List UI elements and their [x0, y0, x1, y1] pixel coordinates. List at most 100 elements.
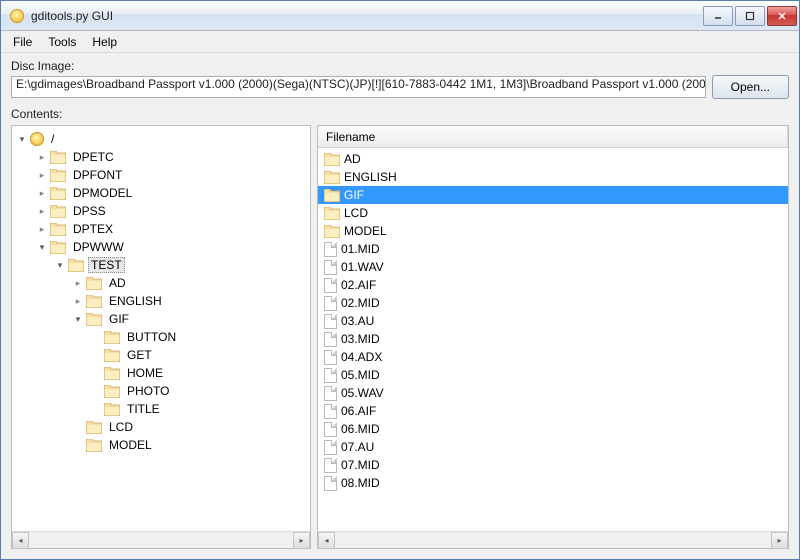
- menu-tools[interactable]: Tools: [40, 33, 84, 51]
- tree-node[interactable]: PHOTO: [14, 382, 308, 400]
- tree-node[interactable]: TITLE: [14, 400, 308, 418]
- disc-image-path-input[interactable]: E:\gdimages\Broadband Passport v1.000 (2…: [11, 76, 706, 98]
- expand-toggle-icon[interactable]: [36, 205, 48, 217]
- tree-hscroll[interactable]: ◂ ▸: [12, 531, 310, 548]
- disc-image-label: Disc Image:: [11, 59, 789, 73]
- list-item[interactable]: 02.AIF: [318, 276, 788, 294]
- list-item-label: 08.MID: [341, 476, 380, 490]
- list-item[interactable]: LCD: [318, 204, 788, 222]
- disc-icon: [30, 132, 44, 146]
- tree-node[interactable]: GIF: [14, 310, 308, 328]
- tree-node[interactable]: DPETC: [14, 148, 308, 166]
- scroll-right-icon[interactable]: ▸: [771, 532, 788, 549]
- list-item[interactable]: GIF: [318, 186, 788, 204]
- list-item-label: GIF: [344, 188, 364, 202]
- tree-node-label: DPTEX: [70, 221, 116, 237]
- scroll-left-icon[interactable]: ◂: [12, 532, 29, 549]
- list-item[interactable]: 06.AIF: [318, 402, 788, 420]
- tree-node[interactable]: GET: [14, 346, 308, 364]
- expand-toggle-icon[interactable]: [54, 259, 66, 271]
- list-item-label: 02.AIF: [341, 278, 376, 292]
- list-item[interactable]: 04.ADX: [318, 348, 788, 366]
- tree-node[interactable]: LCD: [14, 418, 308, 436]
- list-item[interactable]: 05.WAV: [318, 384, 788, 402]
- folder-icon: [104, 331, 120, 344]
- expand-toggle-icon[interactable]: [36, 187, 48, 199]
- menu-help[interactable]: Help: [84, 33, 125, 51]
- tree-node[interactable]: HOME: [14, 364, 308, 382]
- list-item[interactable]: 03.AU: [318, 312, 788, 330]
- tree-node[interactable]: BUTTON: [14, 328, 308, 346]
- tree-node[interactable]: AD: [14, 274, 308, 292]
- list-item-label: 07.AU: [341, 440, 374, 454]
- tree-node-label: GET: [124, 347, 155, 363]
- minimize-button[interactable]: [703, 6, 733, 26]
- list-item[interactable]: 08.MID: [318, 474, 788, 492]
- expand-toggle-icon[interactable]: [72, 295, 84, 307]
- list-item[interactable]: MODEL: [318, 222, 788, 240]
- titlebar: gditools.py GUI: [1, 1, 799, 31]
- list-item[interactable]: AD: [318, 150, 788, 168]
- folder-icon: [104, 403, 120, 416]
- list-item[interactable]: 07.AU: [318, 438, 788, 456]
- tree-node[interactable]: ENGLISH: [14, 292, 308, 310]
- list-item[interactable]: 01.WAV: [318, 258, 788, 276]
- column-filename[interactable]: Filename: [318, 126, 788, 147]
- folder-icon: [86, 295, 102, 308]
- list-item-label: ENGLISH: [344, 170, 397, 184]
- list-item-label: MODEL: [344, 224, 387, 238]
- menu-file[interactable]: File: [5, 33, 40, 51]
- expand-toggle-icon[interactable]: [36, 241, 48, 253]
- list-item[interactable]: 05.MID: [318, 366, 788, 384]
- tree-scroll[interactable]: /DPETCDPFONTDPMODELDPSSDPTEXDPWWWTESTADE…: [12, 126, 310, 531]
- tree-node-label: GIF: [106, 311, 132, 327]
- list-item-label: 01.MID: [341, 242, 380, 256]
- open-button[interactable]: Open...: [712, 75, 789, 99]
- scroll-left-icon[interactable]: ◂: [318, 532, 335, 549]
- expand-toggle-icon[interactable]: [36, 223, 48, 235]
- disc-image-section: Disc Image: E:\gdimages\Broadband Passpo…: [11, 59, 789, 99]
- tree-node[interactable]: DPWWW: [14, 238, 308, 256]
- list-item[interactable]: 01.MID: [318, 240, 788, 258]
- close-button[interactable]: [767, 6, 797, 26]
- expand-toggle-icon[interactable]: [72, 313, 84, 325]
- folder-icon: [324, 207, 340, 220]
- contents-label: Contents:: [11, 107, 789, 121]
- tree-node[interactable]: TEST: [14, 256, 308, 274]
- folder-tree: /DPETCDPFONTDPMODELDPSSDPTEXDPWWWTESTADE…: [12, 126, 310, 458]
- file-icon: [324, 332, 337, 347]
- app-window: gditools.py GUI File Tools Help Disc Ima…: [0, 0, 800, 560]
- filelist-hscroll[interactable]: ◂ ▸: [318, 531, 788, 548]
- folder-icon: [50, 169, 66, 182]
- tree-node[interactable]: DPTEX: [14, 220, 308, 238]
- filelist-scroll[interactable]: AD ENGLISH GIF LCD MODEL 01.MID 01.WAV 02.AIF 02…: [318, 148, 788, 531]
- file-icon: [324, 260, 337, 275]
- tree-node[interactable]: DPSS: [14, 202, 308, 220]
- expand-toggle-icon[interactable]: [72, 277, 84, 289]
- expand-toggle-icon[interactable]: [36, 151, 48, 163]
- filelist-panel: Filename AD ENGLISH GIF LCD MODEL 01.MID 01.WA…: [317, 125, 789, 549]
- folder-icon: [104, 385, 120, 398]
- file-icon: [324, 404, 337, 419]
- file-icon: [324, 314, 337, 329]
- scroll-right-icon[interactable]: ▸: [293, 532, 310, 549]
- expand-toggle-icon[interactable]: [16, 133, 28, 145]
- app-icon: [9, 8, 25, 24]
- tree-node[interactable]: DPMODEL: [14, 184, 308, 202]
- list-item-label: 02.MID: [341, 296, 380, 310]
- folder-icon: [324, 189, 340, 202]
- tree-node[interactable]: MODEL: [14, 436, 308, 454]
- tree-root-node[interactable]: /: [14, 130, 308, 148]
- list-item[interactable]: 02.MID: [318, 294, 788, 312]
- window-controls: [701, 6, 797, 26]
- expand-toggle-icon[interactable]: [36, 169, 48, 181]
- folder-icon: [50, 241, 66, 254]
- tree-node-label: DPMODEL: [70, 185, 135, 201]
- list-item[interactable]: 06.MID: [318, 420, 788, 438]
- list-item[interactable]: 03.MID: [318, 330, 788, 348]
- tree-node[interactable]: DPFONT: [14, 166, 308, 184]
- list-item[interactable]: 07.MID: [318, 456, 788, 474]
- maximize-button[interactable]: [735, 6, 765, 26]
- list-item-label: 06.MID: [341, 422, 380, 436]
- list-item[interactable]: ENGLISH: [318, 168, 788, 186]
